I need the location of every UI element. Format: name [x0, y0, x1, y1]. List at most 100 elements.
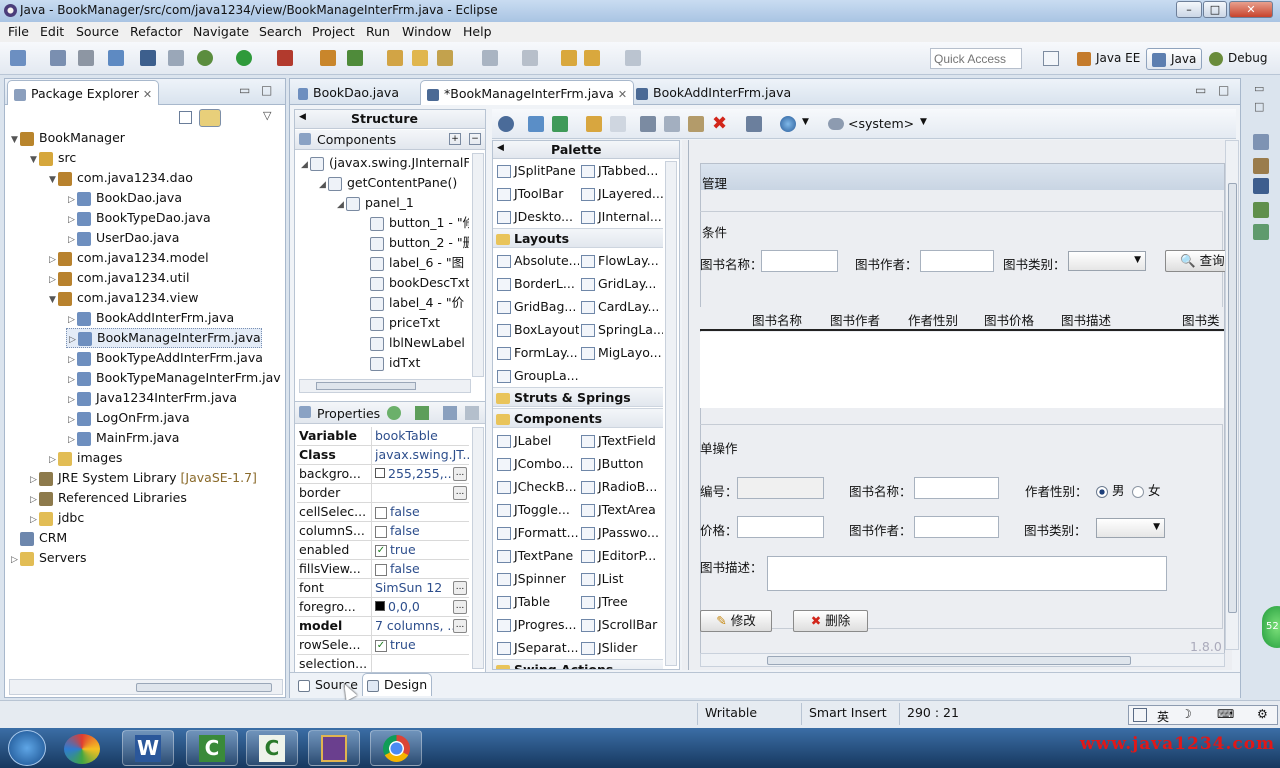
ellipsis-button[interactable]: ... — [453, 467, 467, 481]
property-row[interactable]: selection... — [297, 655, 469, 673]
ellipsis-button[interactable]: ... — [453, 581, 467, 595]
run-icon[interactable] — [236, 50, 252, 66]
skip-breakpoints-icon[interactable] — [168, 50, 184, 66]
chrome-app-icon[interactable] — [370, 730, 422, 766]
tree-expander-icon[interactable]: ▼ — [28, 150, 39, 170]
search-type-combo[interactable]: ▼ — [1068, 251, 1146, 271]
palette-item[interactable]: Absolute... — [497, 249, 579, 272]
open-folder-icon[interactable] — [412, 50, 428, 66]
debug-icon[interactable] — [197, 50, 213, 66]
tab-order-icon[interactable] — [746, 116, 762, 132]
tree-expander-icon[interactable]: ◢ — [317, 175, 328, 195]
tree-item[interactable]: CRM — [9, 528, 67, 548]
tree-expander-icon[interactable]: ▷ — [66, 230, 77, 250]
menu-run[interactable]: Run — [366, 24, 390, 39]
advanced-properties-icon[interactable] — [465, 406, 479, 420]
edit-type-combo[interactable]: ▼ — [1096, 518, 1165, 538]
palette-item[interactable]: JFormatt... — [497, 521, 579, 544]
minimize-editor-icon[interactable]: ▭ — [1195, 83, 1206, 97]
expand-all-icon[interactable]: + — [449, 133, 461, 145]
quick-access-input[interactable] — [930, 48, 1022, 69]
print-icon[interactable] — [78, 50, 94, 66]
id-input[interactable] — [737, 477, 824, 499]
ime-keyboard-icon[interactable]: ⌨ — [1217, 707, 1234, 721]
perspective-java[interactable]: Java — [1146, 48, 1203, 70]
tree-expander-icon[interactable]: ▷ — [66, 190, 77, 210]
open-type-icon[interactable] — [108, 50, 124, 66]
palette-item[interactable]: GridLay... — [581, 272, 663, 295]
property-row[interactable]: fillsView... false — [297, 560, 469, 579]
forward-arrow-icon[interactable] — [584, 50, 600, 66]
desc-textarea[interactable] — [767, 556, 1167, 591]
palette-item[interactable]: MigLayo... — [581, 341, 663, 364]
palette-item[interactable]: JCombo... — [497, 452, 579, 475]
test-gui-icon[interactable] — [498, 116, 514, 132]
ime-moon-icon[interactable]: ☽ — [1181, 707, 1192, 721]
palette-item[interactable]: JScrollBar — [581, 613, 663, 636]
minimize-button[interactable]: – — [1176, 1, 1202, 18]
redo-icon[interactable] — [610, 116, 626, 132]
menu-file[interactable]: File — [8, 24, 29, 39]
palette-item[interactable]: JTree — [581, 590, 663, 613]
tab-design[interactable]: Design — [362, 673, 433, 696]
palette-item[interactable]: JTable — [497, 590, 579, 613]
tree-item[interactable]: ▼ com.java1234.view — [47, 288, 198, 308]
menu-refactor[interactable]: Refactor — [130, 24, 182, 39]
tab-bookaddinterfrm[interactable]: BookAddInterFrm.java — [630, 80, 797, 105]
canvas-hscroll[interactable] — [700, 653, 1225, 667]
canvas-vscroll[interactable] — [1225, 140, 1239, 650]
last-edit-icon[interactable] — [522, 50, 538, 66]
ime-toolbar[interactable]: 英 ☽ ⌨ ⚙ — [1128, 705, 1278, 725]
component-tree-item[interactable]: ◢ panel_1 — [335, 193, 414, 213]
close-button[interactable]: ✕ — [1229, 1, 1273, 18]
console-icon[interactable] — [1253, 178, 1269, 194]
property-value[interactable]: ✓ true — [375, 541, 469, 559]
delete-button[interactable]: ✖ 删除 — [793, 610, 868, 632]
property-value[interactable]: bookTable — [375, 427, 469, 445]
ime-language[interactable]: 英 — [1157, 708, 1169, 725]
palette-category[interactable]: Layouts — [493, 228, 663, 248]
palette-item[interactable]: JTabbed... — [581, 159, 663, 182]
perspective-java-ee[interactable]: Java EE — [1072, 48, 1145, 70]
palette-item[interactable]: JCheckB... — [497, 475, 579, 498]
tree-item[interactable]: ▷ BookTypeDao.java — [66, 208, 211, 228]
ime-settings-icon[interactable]: ⚙ — [1257, 707, 1268, 721]
tree-item[interactable]: ▷ jdbc — [28, 508, 84, 528]
palette-item[interactable]: FormLay... — [497, 341, 579, 364]
palette-vscroll[interactable] — [665, 161, 677, 666]
camtasia-recorder-app-icon[interactable]: C — [186, 730, 238, 766]
checkbox-icon[interactable] — [375, 506, 387, 519]
tree-item[interactable]: ▷ Java1234InterFrm.java — [66, 388, 237, 408]
hscroll-thumb[interactable] — [136, 683, 272, 692]
checkbox-icon[interactable] — [375, 563, 387, 576]
property-row[interactable]: columnS... false — [297, 522, 469, 541]
component-tree-item[interactable]: idTxt — [359, 353, 420, 373]
palette-category[interactable]: Components — [493, 408, 663, 428]
refresh-icon[interactable] — [552, 116, 568, 132]
hscroll-thumb[interactable] — [316, 382, 416, 390]
search-author-input[interactable] — [920, 250, 994, 272]
table-column-header[interactable]: 图书价格 — [984, 310, 1034, 329]
palette-item[interactable]: GridBag... — [497, 295, 579, 318]
tree-expander-icon[interactable]: ▼ — [9, 130, 20, 150]
modify-button[interactable]: ✎ 修改 — [700, 610, 772, 632]
collapse-all-icon[interactable] — [179, 111, 192, 124]
tree-item[interactable]: ▷ BookDao.java — [66, 188, 182, 208]
snippets-icon[interactable] — [1253, 224, 1269, 240]
table-column-header[interactable]: 作者性别 — [908, 310, 958, 329]
tree-item[interactable]: ▷ JRE System Library [JavaSE-1.7] — [28, 468, 257, 488]
menu-window[interactable]: Window — [402, 24, 451, 39]
palette-item[interactable]: JRadioB... — [581, 475, 663, 498]
new-icon[interactable] — [10, 50, 26, 66]
cut-icon[interactable] — [640, 116, 656, 132]
view-menu-icon[interactable]: ▽ — [263, 109, 271, 122]
outline-icon[interactable] — [1253, 134, 1269, 150]
component-tree-item[interactable]: ◢ (javax.swing.JInternalFr — [299, 153, 469, 173]
back-icon[interactable] — [561, 50, 577, 66]
property-row[interactable]: border... — [297, 484, 469, 503]
property-value[interactable]: javax.swing.JT... — [375, 446, 469, 464]
servers-trim-icon[interactable] — [1253, 202, 1269, 218]
tab-bookdao[interactable]: BookDao.java — [292, 80, 405, 105]
palette-item[interactable]: SpringLa... — [581, 318, 663, 341]
checkbox-icon[interactable]: ✓ — [375, 639, 387, 652]
